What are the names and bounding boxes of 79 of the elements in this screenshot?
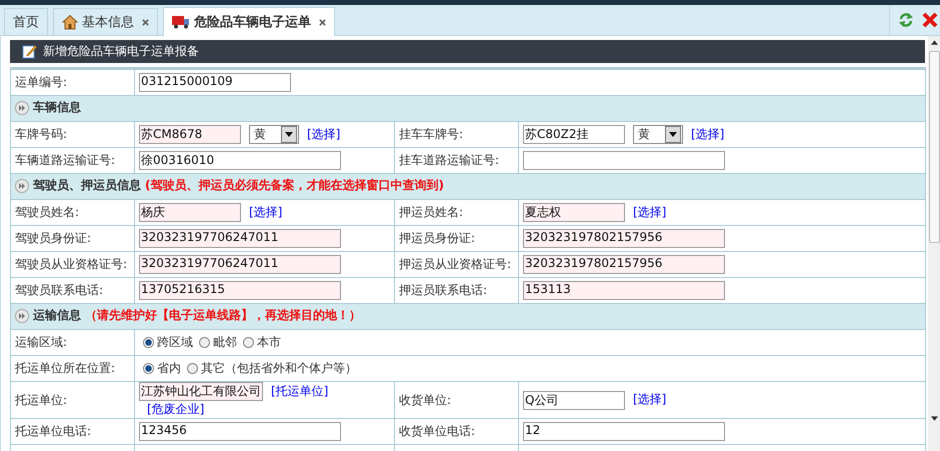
input-field[interactable]: 320323197802157956 [523,229,725,248]
field-label: 驾驶员联系电话: [15,283,104,297]
truck-icon [172,15,190,29]
input-field[interactable]: 苏C80Z2挂 [523,125,625,144]
dropdown[interactable]: 黄 [249,125,299,144]
radio-option[interactable]: 跨区域 [143,334,193,351]
input-field[interactable]: 320323197706247011 [139,255,341,274]
link[interactable]: [危废企业] [147,402,204,416]
input-field[interactable]: 153113 [523,281,725,300]
link[interactable]: [选择] [633,204,666,219]
dropdown[interactable]: 黄 [633,125,683,144]
section-title: 运输信息 [33,307,81,324]
field-label: 驾驶员姓名: [15,205,80,219]
caret-icon [281,126,297,143]
radio-option[interactable]: 毗邻 [199,334,237,351]
radio-option[interactable]: 本市 [243,334,281,351]
input-field[interactable]: 夏志权 [523,203,625,222]
close-icon[interactable] [922,12,938,28]
input-field[interactable]: 031215000109 [139,73,291,92]
input-field[interactable] [523,151,725,170]
input-field[interactable]: 12 [523,422,725,441]
scroll-down-icon[interactable] [930,416,938,421]
input-field[interactable]: 徐00316010 [139,151,341,170]
radio-button[interactable] [143,363,154,374]
field-label: 收货单位: [399,392,452,406]
field-label: 托运单位: [15,392,68,406]
field-label: 托运单位电话: [15,424,92,438]
scroll-up-icon[interactable] [930,40,938,45]
link[interactable]: [选择] [691,126,724,141]
field-label: 挂车道路运输证号: [399,153,500,167]
tab[interactable]: 基本信息 [53,8,158,35]
input-field[interactable]: 江苏钟山化工有限公司 [139,382,263,401]
section-note: (驾驶员、押运员必须先备案，才能在选择窗口中查询到) [145,177,444,194]
input-field[interactable]: 320323197706247011 [139,229,341,248]
field-label: 运单编号: [15,75,68,89]
field-label: 运输区域: [15,335,68,349]
radio-option[interactable]: 其它（包括省外和个体户等） [187,360,357,377]
radio-option[interactable]: 省内 [143,360,181,377]
close-icon[interactable] [319,18,326,26]
link[interactable]: [托运单位] [271,384,328,398]
expand-icon[interactable] [15,308,29,323]
field-label: 车辆道路运输证号: [15,153,116,167]
field-label: 驾驶员身份证: [15,231,92,245]
caret-icon [665,126,681,143]
house-icon [62,14,78,30]
link[interactable]: [选择] [249,204,282,219]
radio-button[interactable] [199,337,210,348]
expand-icon[interactable] [15,178,29,193]
input-field[interactable]: 320323197802157956 [523,255,725,274]
input-field[interactable]: Q公司 [523,390,625,410]
tab[interactable]: 首页 [4,8,48,35]
section-title: 驾驶员、押运员信息 [33,177,141,194]
field-label: 押运员联系电话: [399,283,488,297]
expand-icon[interactable] [15,100,29,115]
section-note: （请先维护好【电子运单线路】，再选择目的地！） [85,307,361,324]
input-field[interactable]: 杨庆 [139,203,241,222]
field-label: 车牌号码: [15,127,68,141]
section-title: 车辆信息 [33,99,81,116]
link[interactable]: [选择] [633,392,666,406]
field-label: 驾驶员从业资格证号: [15,257,128,271]
field-label: 押运员从业资格证号: [399,257,512,271]
field-label: 托运单位所在位置: [15,361,116,375]
link[interactable]: [选择] [307,126,340,141]
close-icon[interactable] [142,18,149,26]
field-label: 押运员身份证: [399,231,476,245]
input-field[interactable]: 苏CM8678 [139,125,241,144]
scrollbar-thumb[interactable] [928,51,940,243]
radio-button[interactable] [187,363,198,374]
field-label: 挂车车牌号: [399,127,464,141]
radio-button[interactable] [143,337,154,348]
input-field[interactable]: 123456 [139,422,341,441]
field-label: 押运员姓名: [399,205,464,219]
edit-icon [22,44,37,59]
tab[interactable]: 危险品车辆电子运单 [163,7,335,36]
field-label: 收货单位电话: [399,424,476,438]
input-field[interactable]: 13705216315 [139,281,341,300]
radio-button[interactable] [243,337,254,348]
refresh-icon[interactable] [898,12,914,28]
panel-title: 新增危险品车辆电子运单报备 [43,43,199,60]
